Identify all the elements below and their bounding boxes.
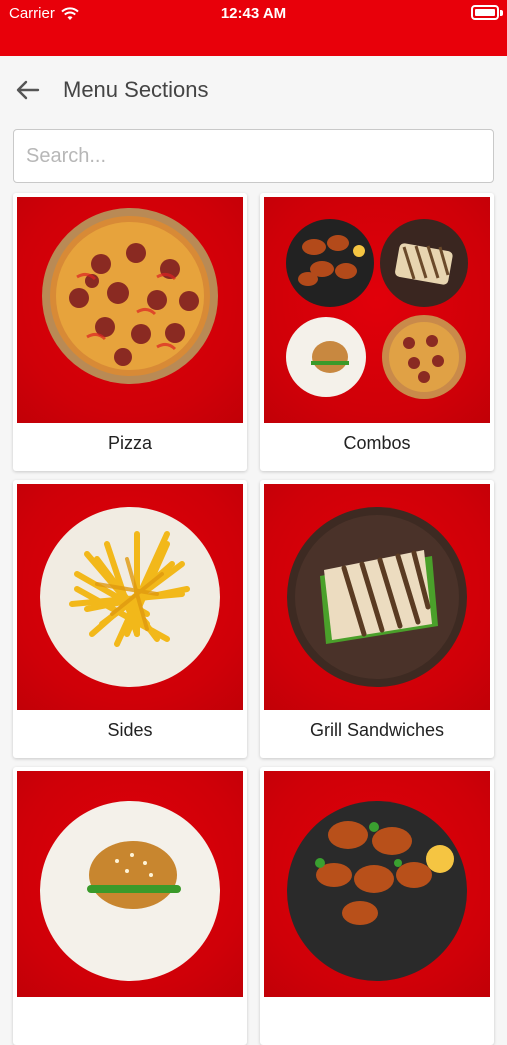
section-image-pizza	[17, 197, 243, 423]
section-label: Pizza	[107, 433, 152, 453]
section-image-chicken	[264, 771, 490, 997]
section-image-sides	[17, 484, 243, 710]
battery-tip	[500, 10, 503, 16]
section-label: Grill Sandwiches	[309, 720, 445, 740]
section-image-grill-sandwiches	[264, 484, 490, 710]
fries-icon	[40, 507, 220, 687]
clock: 12:43 AM	[220, 5, 287, 22]
chicken-icon	[287, 801, 467, 981]
battery-icon	[471, 5, 499, 20]
section-card-sides[interactable]: Sides	[13, 480, 247, 758]
section-card-burger[interactable]	[13, 767, 247, 1045]
section-card-pizza[interactable]: Pizza	[13, 193, 247, 471]
section-label: Combos	[343, 433, 411, 453]
section-card-chicken[interactable]	[260, 767, 494, 1045]
status-bar: Carrier 12:43 AM	[0, 0, 507, 56]
section-card-grill-sandwiches[interactable]: Grill Sandwiches	[260, 480, 494, 758]
section-card-combos[interactable]: Combos	[260, 193, 494, 471]
page-title: Menu Sections	[63, 77, 209, 102]
combo-icon	[286, 219, 468, 399]
section-image-burger	[17, 771, 243, 997]
sandwich-icon	[287, 507, 467, 687]
search-input[interactable]	[13, 129, 494, 183]
section-label: Sides	[107, 720, 153, 740]
burger-icon	[40, 801, 220, 981]
back-arrow-icon[interactable]	[14, 76, 42, 104]
navigation-bar: Menu Sections	[0, 56, 507, 126]
pizza-icon	[42, 208, 218, 384]
section-image-combos	[264, 197, 490, 423]
